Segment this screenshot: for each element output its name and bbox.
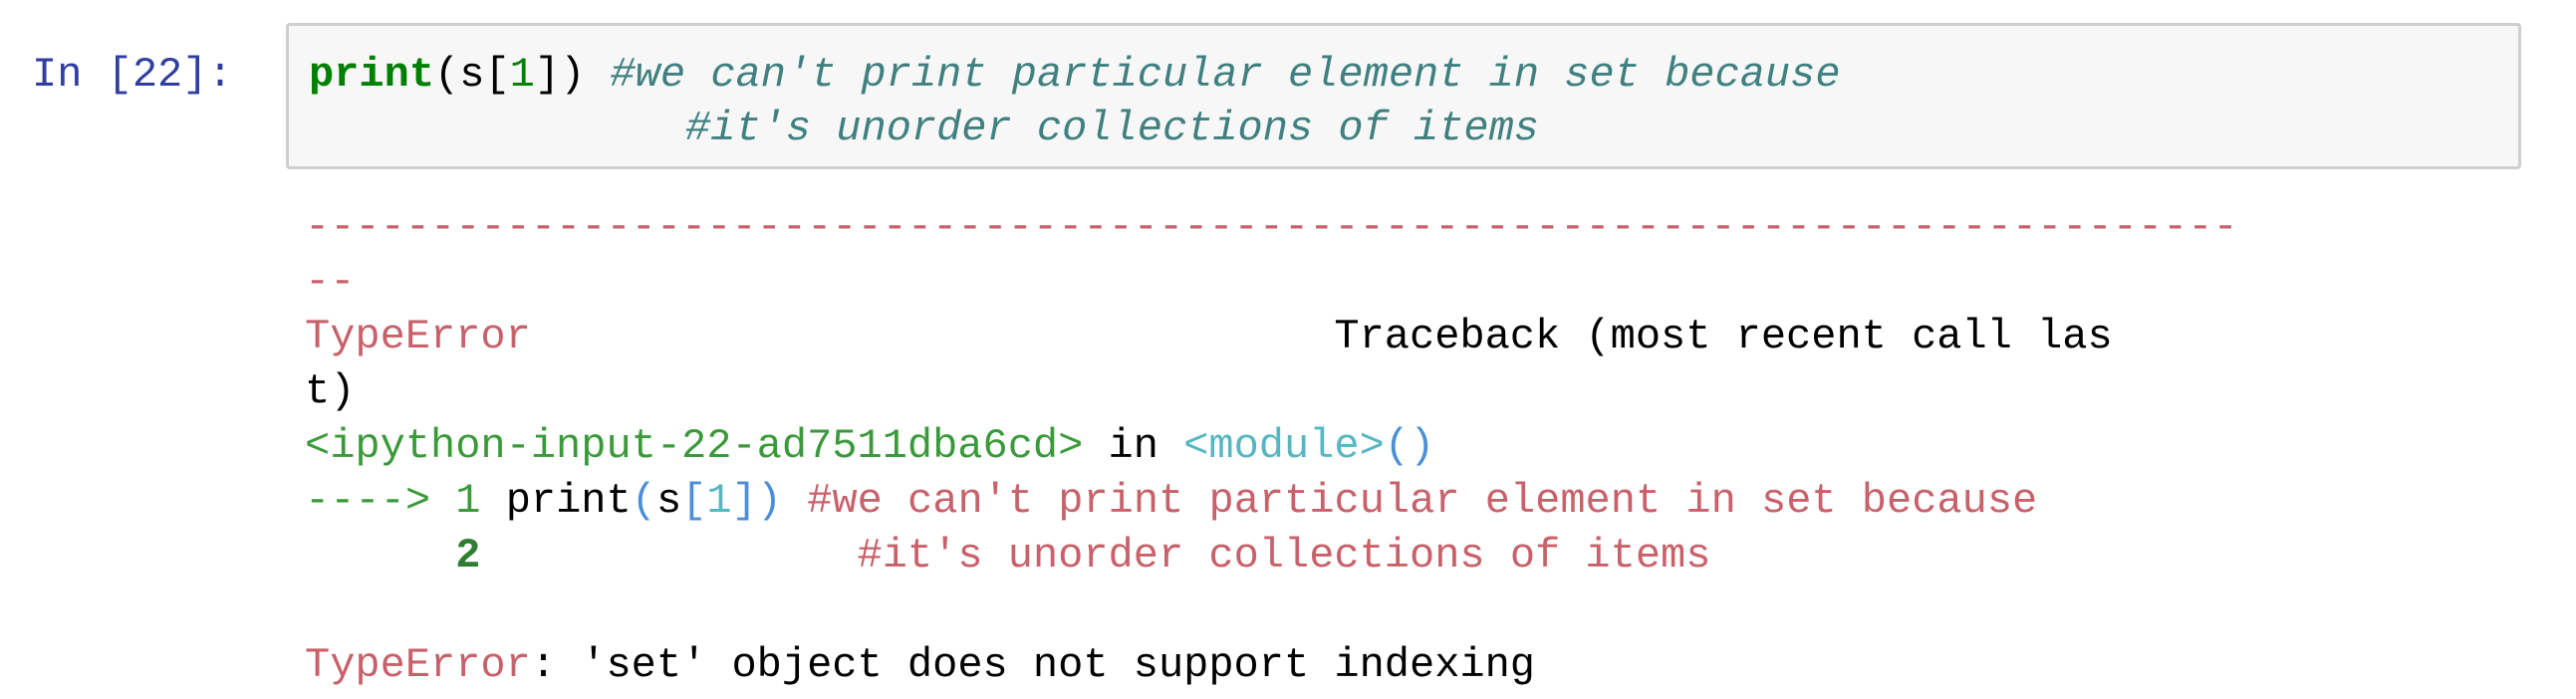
output-line1-index: 1 <box>706 477 732 525</box>
output-traceback-label: Traceback (most recent call las <box>1334 313 2113 360</box>
output-line1-open: ( <box>631 477 656 525</box>
output-final-error-message: : 'set' object does not support indexing <box>530 641 1536 689</box>
output-line1-comment: #we can't print particular element in se… <box>807 477 2038 525</box>
output-line1-bracket-close: ]) <box>731 477 783 525</box>
code-input-cell[interactable]: print(s[1]) #we can't print particular e… <box>286 23 2521 169</box>
code-indent-line2 <box>309 105 685 152</box>
code-pad <box>585 51 610 99</box>
output-dash-line1: ----------------------------------------… <box>305 203 2238 251</box>
output-error-type: TypeError <box>305 313 531 360</box>
output-module-ref: <module> <box>1183 422 1385 470</box>
code-comment-line1: #we can't print particular element in se… <box>610 51 1841 99</box>
output-line1-num: 1 <box>455 477 481 525</box>
code-open: (s[ <box>434 51 510 99</box>
code-close: ]) <box>534 51 586 99</box>
output-line2-num: 2 <box>455 532 481 580</box>
output-line1-bracket-open: [ <box>681 477 707 525</box>
output-line2-comment: #it's unorder collections of items <box>857 532 1711 580</box>
output-line1-s: s <box>655 477 682 525</box>
output-arrow: ----> <box>305 477 431 525</box>
code-print-keyword: print <box>309 51 435 99</box>
code-editor[interactable]: print(s[1]) #we can't print particular e… <box>309 48 1841 155</box>
cell-prompt: In [22]: <box>32 51 233 99</box>
output-final-error-type: TypeError <box>305 641 531 689</box>
output-module-parens: () <box>1384 422 1435 470</box>
output-traceback-pad <box>531 313 1335 360</box>
output-in-word: in <box>1083 422 1184 470</box>
output-dash-line2: -- <box>305 258 356 306</box>
cell-output: ----------------------------------------… <box>305 200 2238 693</box>
output-line1-print: print <box>505 477 632 525</box>
output-input-ref: <ipython-input-22-ad7511dba6cd> <box>305 422 1084 470</box>
output-traceback-wrap: t) <box>305 367 356 415</box>
code-comment-line2: #it's unorder collections of items <box>685 105 1540 152</box>
code-index: 1 <box>509 51 535 99</box>
